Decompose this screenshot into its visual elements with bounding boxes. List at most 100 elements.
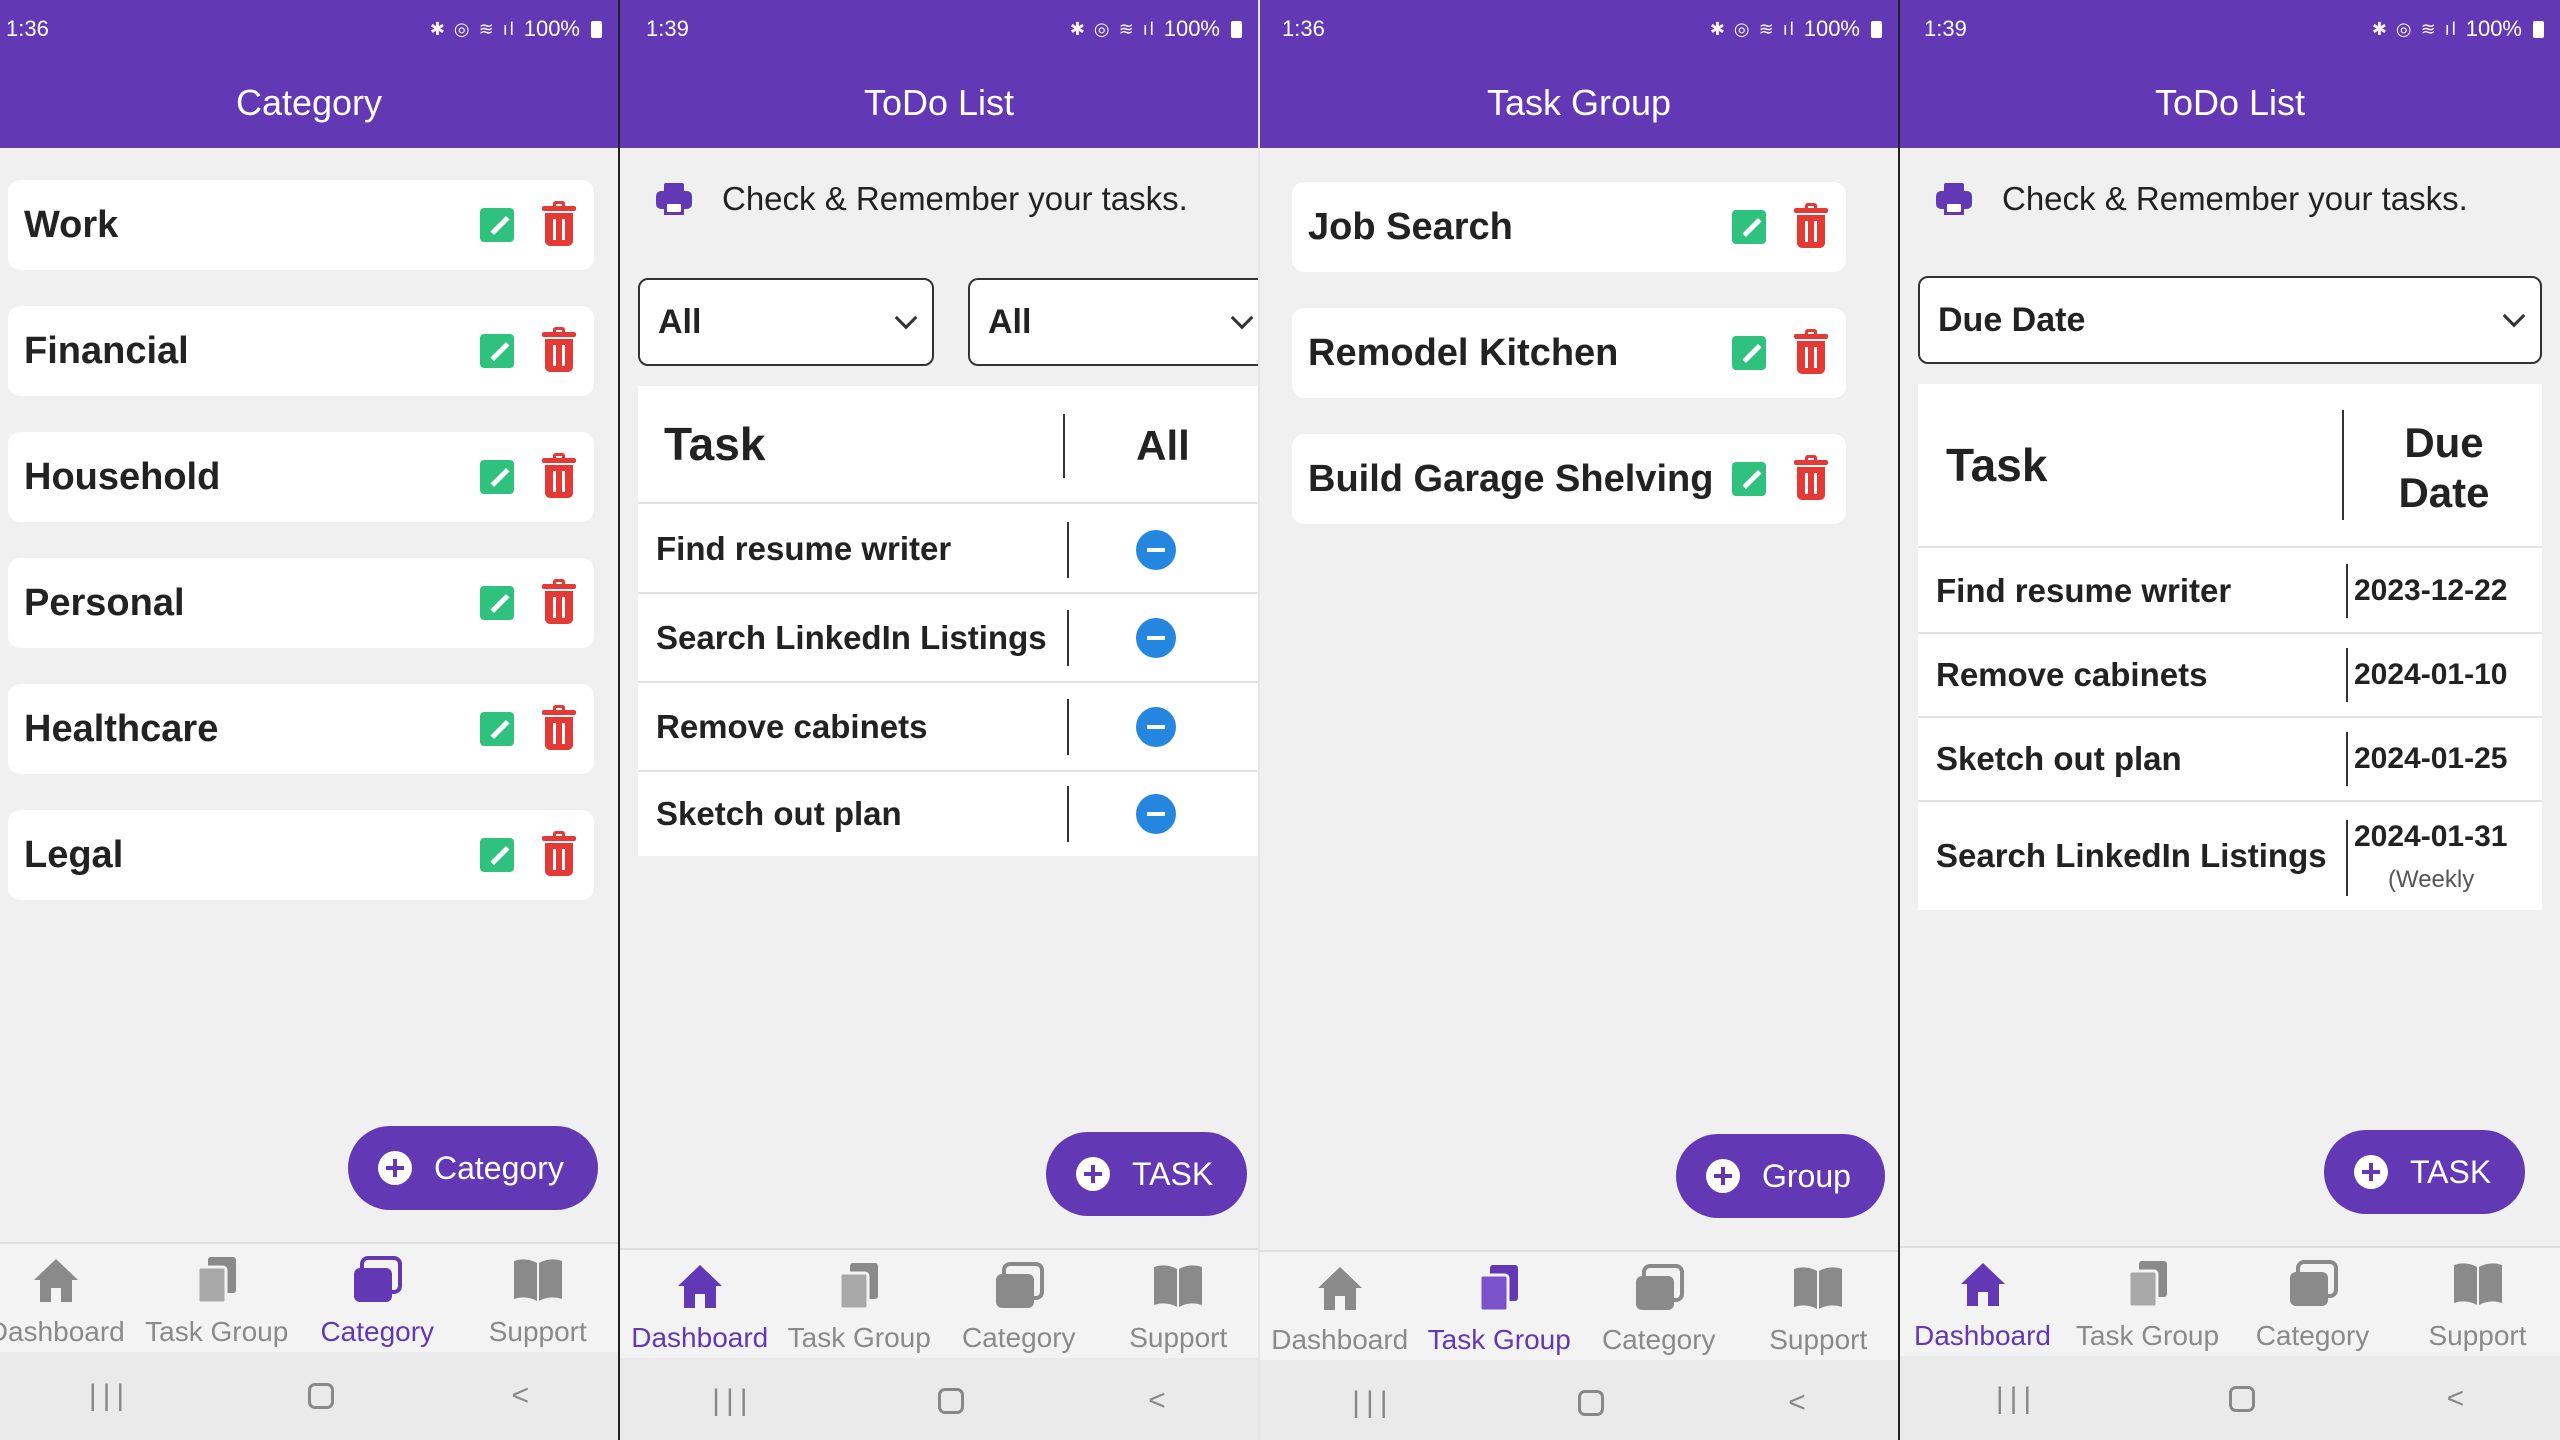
nav-support[interactable]: Support [1739, 1252, 1899, 1360]
add-task-button[interactable]: TASK [2324, 1130, 2526, 1214]
category-item[interactable]: Personal [8, 558, 594, 648]
nav-dashboard[interactable]: Dashboard [620, 1250, 780, 1358]
trash-icon[interactable] [1794, 329, 1828, 374]
trash-icon[interactable] [542, 705, 576, 750]
nav-category[interactable]: Category [297, 1244, 458, 1352]
edit-icon[interactable] [1732, 462, 1766, 496]
nav-support[interactable]: Support [458, 1244, 619, 1352]
minus-circle-icon[interactable] [1136, 794, 1176, 834]
home-button[interactable] [937, 1388, 964, 1414]
edit-icon[interactable] [480, 712, 514, 746]
nav-category[interactable]: Category [1579, 1252, 1739, 1360]
nav-task-group[interactable]: Task Group [1420, 1252, 1580, 1360]
bottom-nav: Dashboard Task Group Category Support [1900, 1246, 2560, 1356]
documents-icon [194, 1254, 240, 1306]
home-button[interactable] [307, 1383, 334, 1409]
printer-icon[interactable] [656, 183, 692, 215]
category-item[interactable]: Household [8, 432, 594, 522]
category-filter-select[interactable]: All [638, 278, 934, 366]
table-row[interactable]: Find resume writer 2023-12-22 [1918, 550, 2542, 634]
page-title: ToDo List [2154, 82, 2306, 123]
plus-circle-icon [1706, 1159, 1740, 1193]
fab-label: TASK [2410, 1153, 2492, 1190]
book-icon [1792, 1262, 1844, 1314]
table-row[interactable]: Find resume writer [638, 506, 1258, 594]
category-item[interactable]: Legal [8, 810, 594, 900]
status-filter-select[interactable]: All [968, 278, 1258, 366]
nav-task-group[interactable]: Task Group [2065, 1248, 2230, 1356]
back-button[interactable]: < [1788, 1386, 1806, 1420]
trash-icon[interactable] [542, 831, 576, 876]
nav-task-group[interactable]: Task Group [780, 1250, 940, 1358]
minus-circle-icon[interactable] [1136, 707, 1176, 747]
home-button[interactable] [2228, 1386, 2255, 1412]
edit-icon[interactable] [480, 460, 514, 494]
table-row[interactable]: Sketch out plan 2024-01-25 [1918, 718, 2542, 802]
due-date: 2024-01-25 [2354, 742, 2508, 775]
table-row[interactable]: Search LinkedIn Listings 2024-01-31 (Wee… [1918, 802, 2542, 910]
trash-icon[interactable] [542, 201, 576, 246]
nav-dashboard[interactable]: Dashboard [1260, 1252, 1420, 1360]
page-title: Category [235, 82, 383, 123]
trash-icon[interactable] [1794, 203, 1828, 248]
nav-task-group[interactable]: Task Group [137, 1244, 298, 1352]
bottom-nav: Dashboard Task Group Category Support [0, 1242, 618, 1352]
back-button[interactable]: < [2447, 1382, 2465, 1416]
nav-support[interactable]: Support [2395, 1248, 2560, 1356]
recents-button[interactable]: ||| [1996, 1382, 2037, 1416]
table-row[interactable]: Remove cabinets 2024-01-10 [1918, 634, 2542, 718]
home-button[interactable] [1577, 1390, 1604, 1416]
status-icons: ✱ ◎ ≋ ıl [429, 18, 516, 39]
nav-category[interactable]: Category [2230, 1248, 2395, 1356]
select-value: Due Date [1938, 300, 2086, 339]
fab-label: TASK [1132, 1155, 1214, 1192]
table-row[interactable]: Search LinkedIn Listings [638, 594, 1258, 683]
battery-level: 100% [1803, 16, 1860, 41]
edit-icon[interactable] [480, 208, 514, 242]
trash-icon[interactable] [542, 327, 576, 372]
add-category-button[interactable]: Category [348, 1126, 598, 1210]
edit-icon[interactable] [480, 838, 514, 872]
add-task-button[interactable]: TASK [1046, 1132, 1248, 1216]
battery-icon [591, 20, 602, 38]
nav-category[interactable]: Category [939, 1250, 1099, 1358]
edit-icon[interactable] [480, 586, 514, 620]
task-name: Find resume writer [656, 530, 952, 567]
task-group-item[interactable]: Job Search [1292, 182, 1846, 272]
documents-icon [2125, 1258, 2171, 1310]
minus-circle-icon[interactable] [1136, 530, 1176, 570]
task-name: Sketch out plan [656, 795, 902, 832]
category-label: Financial [24, 329, 189, 372]
recents-button[interactable]: ||| [89, 1379, 130, 1413]
nav-dashboard[interactable]: Dashboard [1900, 1248, 2065, 1356]
fab-label: Group [1762, 1157, 1851, 1194]
trash-icon[interactable] [542, 453, 576, 498]
edit-icon[interactable] [480, 334, 514, 368]
nav-dashboard[interactable]: Dashboard [0, 1244, 137, 1352]
category-item[interactable]: Financial [8, 306, 594, 396]
table-row[interactable]: Remove cabinets [638, 683, 1258, 772]
edit-icon[interactable] [1732, 336, 1766, 370]
trash-icon[interactable] [542, 579, 576, 624]
trash-icon[interactable] [1794, 455, 1828, 500]
nav-label: Category [1601, 1324, 1716, 1355]
documents-icon [836, 1260, 882, 1312]
recents-button[interactable]: ||| [712, 1384, 753, 1418]
nav-support[interactable]: Support [1099, 1250, 1259, 1358]
back-button[interactable]: < [512, 1379, 530, 1413]
table-row[interactable]: Sketch out plan [638, 772, 1258, 856]
task-group-item[interactable]: Remodel Kitchen [1292, 308, 1846, 398]
sort-select[interactable]: Due Date [1918, 276, 2542, 364]
page-title: ToDo List [863, 82, 1015, 123]
recents-button[interactable]: ||| [1352, 1386, 1393, 1420]
edit-icon[interactable] [1732, 210, 1766, 244]
table-header-row: Task All [638, 386, 1258, 504]
back-button[interactable]: < [1148, 1384, 1166, 1418]
category-item[interactable]: Healthcare [8, 684, 594, 774]
task-group-item[interactable]: Build Garage Shelving [1292, 434, 1846, 524]
task-group-label: Build Garage Shelving [1308, 457, 1714, 500]
printer-icon[interactable] [1936, 183, 1972, 215]
minus-circle-icon[interactable] [1136, 618, 1176, 658]
category-item[interactable]: Work [8, 180, 594, 270]
add-group-button[interactable]: Group [1676, 1134, 1885, 1218]
